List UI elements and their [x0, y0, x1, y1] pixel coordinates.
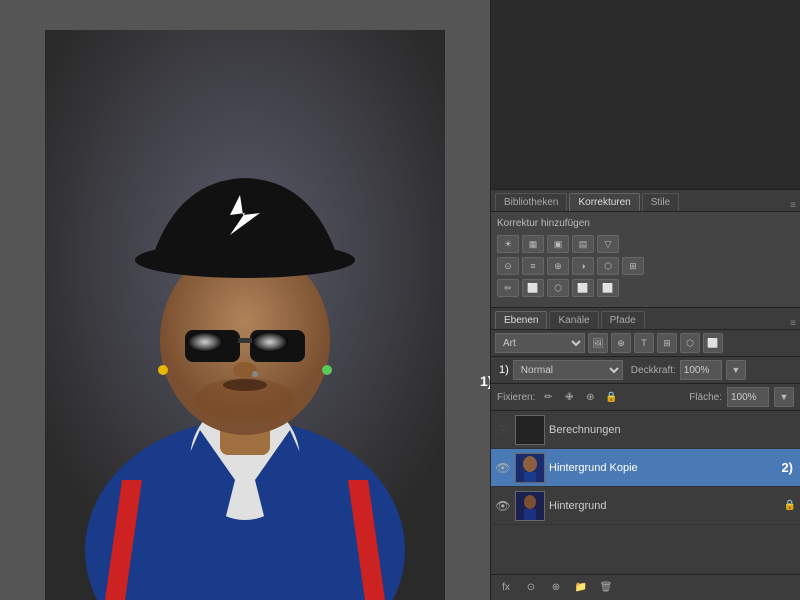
- adj-pattern[interactable]: ⬜: [597, 279, 619, 297]
- layer-icon-grid[interactable]: ⊞: [657, 333, 677, 353]
- delete-layer-btn[interactable]: 🗑: [595, 578, 617, 598]
- panel-collapse-btn[interactable]: ≡: [790, 200, 796, 211]
- adj-edit[interactable]: ✏: [497, 279, 519, 297]
- adj-brightness[interactable]: ☀: [497, 235, 519, 253]
- adj-solid[interactable]: ⬜: [572, 279, 594, 297]
- adj-gradient[interactable]: ▽: [597, 235, 619, 253]
- fix-lock-icon[interactable]: 🔒: [603, 389, 619, 405]
- thumb-berechnungen: [515, 415, 545, 445]
- layer-row-hintergrund[interactable]: 👁 Hintergrund 🔒: [491, 487, 800, 525]
- tab-ebenen[interactable]: Ebenen: [495, 311, 547, 329]
- tab-kanaele[interactable]: Kanäle: [549, 311, 598, 329]
- adj-bw[interactable]: ⊕: [547, 257, 569, 275]
- adj-mask[interactable]: ⬜: [522, 279, 544, 297]
- adj-hex[interactable]: ⬡: [547, 279, 569, 297]
- fx-btn[interactable]: fx: [495, 578, 517, 598]
- fixieren-label: Fixieren:: [497, 392, 535, 403]
- layer-name-hintergrund-kopie: Hintergrund Kopie: [549, 462, 777, 474]
- new-fill-layer-btn[interactable]: ⊙: [520, 578, 542, 598]
- adj-posterize[interactable]: ⊞: [622, 257, 644, 275]
- layers-bottom-toolbar: fx ⊙ ⊕ 📁 🗑: [491, 574, 800, 600]
- layer-icon-hex[interactable]: ⬡: [680, 333, 700, 353]
- new-layer-btn[interactable]: ⊕: [545, 578, 567, 598]
- new-group-btn[interactable]: 📁: [570, 578, 592, 598]
- layer-name-hintergrund: Hintergrund: [549, 500, 780, 512]
- fix-all-icon[interactable]: ⊕: [582, 389, 598, 405]
- tab-pfade[interactable]: Pfade: [601, 311, 645, 329]
- layer-icon-mask[interactable]: ⊕: [611, 333, 631, 353]
- flaeche-label: Fläche:: [689, 392, 722, 403]
- layer-row-hintergrund-kopie[interactable]: 👁 Hintergrund Kopie 2): [491, 449, 800, 487]
- lock-icon-hintergrund: 🔒: [784, 500, 796, 511]
- adj-levels[interactable]: ▦: [522, 235, 544, 253]
- blend-mode-marker: 1): [499, 364, 509, 376]
- visibility-hintergrund-kopie[interactable]: 👁: [495, 460, 511, 476]
- opacity-label: Deckkraft:: [631, 365, 676, 376]
- layer-icon-img[interactable]: 🖼: [588, 333, 608, 353]
- layers-list: 👁 Berechnungen 👁 Hintergrund Kopie 2): [491, 411, 800, 574]
- photo-canvas: 1): [0, 0, 490, 600]
- flaeche-arrow-btn[interactable]: ▼: [774, 387, 794, 407]
- adj-balance[interactable]: ≡: [522, 257, 544, 275]
- korrekturen-panel: Korrektur hinzufügen ☀ ▦ ▣ ▤ ▽ ⊙ ≡ ⊕ ◑ ⬡…: [491, 212, 800, 308]
- adj-icons-row2: ⊙ ≡ ⊕ ◑ ⬡ ⊞: [497, 257, 794, 275]
- panels-area: Bibliotheken Korrekturen Stile ≡ Korrekt…: [490, 0, 800, 600]
- tab-korrekturen[interactable]: Korrekturen: [569, 193, 639, 211]
- tab-stile[interactable]: Stile: [642, 193, 679, 211]
- opacity-arrow-btn[interactable]: ▼: [726, 360, 746, 380]
- opacity-input[interactable]: [680, 360, 722, 380]
- korrekturen-tabs: Bibliotheken Korrekturen Stile ≡: [491, 190, 800, 212]
- panel-collapse-ebenen-btn[interactable]: ≡: [790, 318, 796, 329]
- thumb-hintergrund: [515, 491, 545, 521]
- flaeche-input[interactable]: [727, 387, 769, 407]
- thumb-hintergrund-kopie: [515, 453, 545, 483]
- adj-curves[interactable]: ▣: [547, 235, 569, 253]
- layer-name-berechnungen: Berechnungen: [549, 424, 796, 436]
- adj-photo-filter[interactable]: ◑: [572, 257, 594, 275]
- blend-mode-select[interactable]: Normal: [513, 360, 623, 380]
- adj-icons-row1: ☀ ▦ ▣ ▤ ▽: [497, 235, 794, 253]
- top-dark-area: [491, 0, 800, 190]
- layer-row-berechnungen[interactable]: 👁 Berechnungen: [491, 411, 800, 449]
- adj-icons-row3: ✏ ⬜ ⬡ ⬜ ⬜: [497, 279, 794, 297]
- ebenen-tabs: Ebenen Kanäle Pfade ≡: [491, 308, 800, 330]
- adj-hue[interactable]: ⊙: [497, 257, 519, 275]
- tab-bibliotheken[interactable]: Bibliotheken: [495, 193, 567, 211]
- layers-toolbar: Art 🖼 ⊕ T ⊞ ⬡ ⬜: [491, 330, 800, 357]
- layer-icon-text[interactable]: T: [634, 333, 654, 353]
- fix-row: Fixieren: ✏ ✙ ⊕ 🔒 Fläche: ▼: [491, 384, 800, 411]
- visibility-hintergrund[interactable]: 👁: [495, 498, 511, 514]
- visibility-berechnungen[interactable]: 👁: [495, 422, 511, 438]
- layers-panel: Art 🖼 ⊕ T ⊞ ⬡ ⬜ 1) Normal Deckkraft: ▼ F…: [491, 330, 800, 600]
- marker-1-label: 1): [480, 373, 490, 389]
- adj-channel[interactable]: ⬡: [597, 257, 619, 275]
- marker-2-label: 2): [781, 460, 793, 475]
- fix-pencil-icon[interactable]: ✏: [540, 389, 556, 405]
- korrekturen-title: Korrektur hinzufügen: [497, 218, 794, 229]
- layer-icon-extra[interactable]: ⬜: [703, 333, 723, 353]
- fix-move-icon[interactable]: ✙: [561, 389, 577, 405]
- art-select[interactable]: Art: [495, 333, 585, 353]
- adj-exposure[interactable]: ▤: [572, 235, 594, 253]
